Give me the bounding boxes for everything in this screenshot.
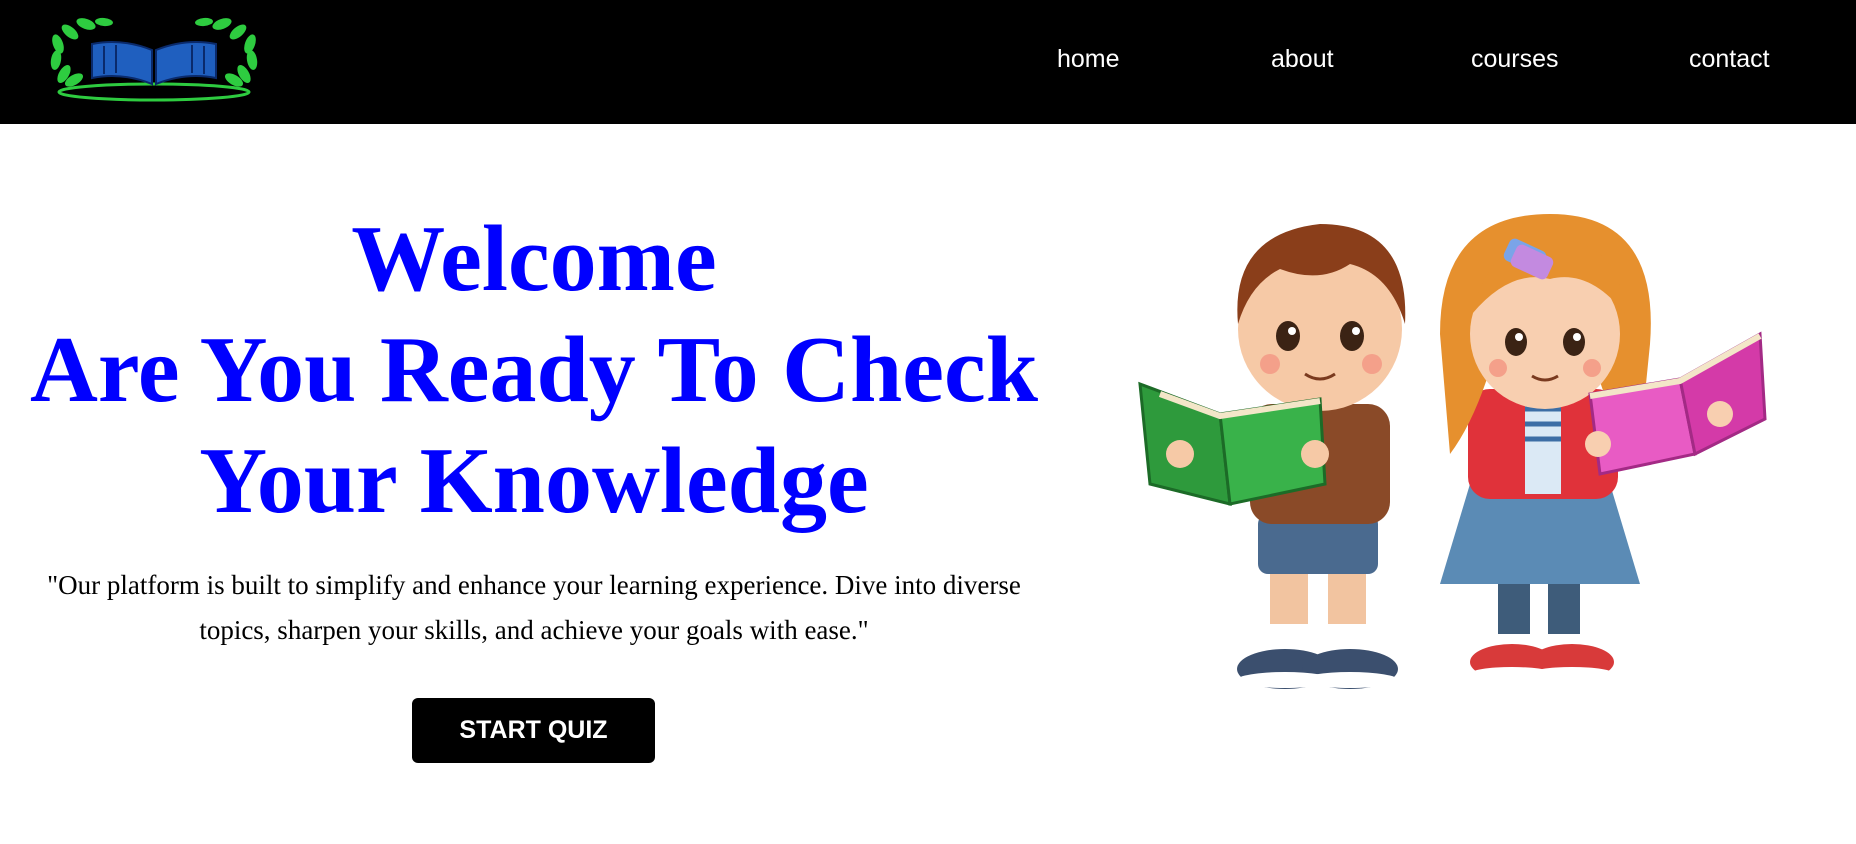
headline-line-knowledge: Your Knowledge: [199, 429, 869, 533]
hero-tagline: "Our platform is built to simplify and e…: [47, 570, 1021, 645]
headline-line-welcome: Welcome: [351, 207, 717, 311]
girl-figure: [1440, 214, 1767, 681]
top-navbar: home about courses contact: [0, 0, 1856, 124]
nav-link-home[interactable]: home: [1057, 42, 1120, 76]
hero-headline: Welcome Are You Ready To Check Your Know…: [0, 204, 1068, 537]
nav-link-contact[interactable]: contact: [1689, 42, 1770, 76]
nav-link-courses[interactable]: courses: [1471, 42, 1559, 76]
boy-figure: [1138, 224, 1406, 689]
laurel-book-logo-icon[interactable]: [42, 16, 266, 106]
nav-link-about[interactable]: about: [1271, 42, 1334, 76]
start-quiz-button[interactable]: START QUIZ: [412, 698, 655, 763]
headline-line-question: Are You Ready To Check: [29, 318, 1039, 422]
kids-reading-books-illustration: [1138, 214, 1767, 689]
hero-text-section: Welcome Are You Ready To Check Your Know…: [0, 124, 1068, 844]
